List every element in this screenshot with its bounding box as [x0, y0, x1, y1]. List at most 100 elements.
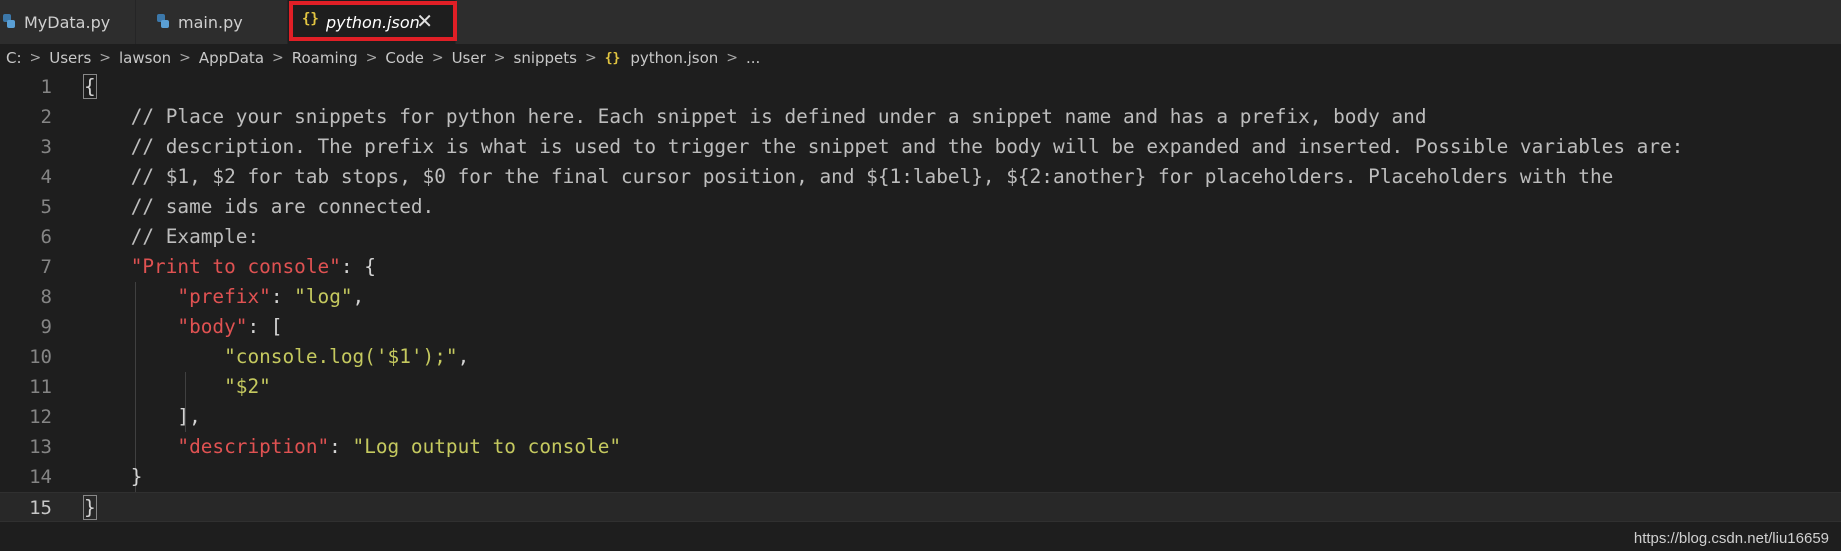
code-token: , [352, 285, 365, 308]
code-token: "$2" [224, 375, 271, 398]
code-token: // Example: [84, 225, 260, 248]
chevron-right-icon: > [584, 50, 597, 66]
code-token: , [457, 345, 470, 368]
code-line[interactable]: 15} [0, 492, 1841, 522]
code-token: "console.log('$1');" [224, 345, 458, 368]
code-token: : { [340, 255, 376, 278]
code-text: "Print to console": { [84, 252, 376, 282]
code-token: "Print to console" [130, 255, 341, 278]
code-token: // same ids are connected. [84, 195, 435, 218]
code-text: // description. The prefix is what is us… [84, 132, 1684, 162]
chevron-right-icon: > [493, 50, 506, 66]
chevron-right-icon: > [272, 50, 284, 66]
line-number: 12 [29, 406, 52, 428]
line-number: 8 [40, 286, 52, 308]
code-text: "console.log('$1');", [84, 342, 469, 372]
code-text: } [83, 493, 97, 523]
code-line[interactable]: 1{ [0, 72, 1841, 102]
breadcrumb-item-lawson[interactable]: lawson [119, 49, 171, 67]
code-text: // Place your snippets for python here. … [84, 102, 1427, 132]
code-text: // same ids are connected. [84, 192, 435, 222]
code-token: // $1, $2 for tab stops, $0 for the fina… [84, 165, 1614, 188]
code-text: ], [84, 402, 201, 432]
tab-python-json[interactable]: {} python.json ✕ [288, 0, 456, 44]
code-text: // $1, $2 for tab stops, $0 for the fina… [84, 162, 1614, 192]
code-token: // description. The prefix is what is us… [84, 135, 1684, 158]
code-token: : [329, 435, 353, 458]
line-number: 15 [29, 497, 52, 519]
line-number: 11 [29, 376, 52, 398]
code-line[interactable]: 13 "description": "Log output to console… [0, 432, 1841, 462]
python-icon [157, 14, 169, 28]
code-token: { [83, 74, 97, 99]
python-icon [3, 14, 15, 28]
chevron-right-icon: > [29, 50, 42, 66]
code-token: : [ [247, 315, 283, 338]
chevron-right-icon: > [365, 50, 378, 66]
code-line[interactable]: 9 "body": [ [0, 312, 1841, 342]
breadcrumb-item-user[interactable]: User [452, 49, 486, 67]
chevron-right-icon: > [726, 50, 738, 66]
breadcrumb-item-drive[interactable]: C: [6, 49, 22, 67]
code-line[interactable]: 12 ], [0, 402, 1841, 432]
code-line[interactable]: 6 // Example: [0, 222, 1841, 252]
chevron-right-icon: > [431, 50, 444, 66]
code-line[interactable]: 5 // same ids are connected. [0, 192, 1841, 222]
code-text: "prefix": "log", [84, 282, 364, 312]
tab-mydata-py[interactable]: MyData.py [0, 0, 136, 44]
tab-label: main.py [178, 12, 243, 32]
code-token: // Place your snippets for python here. … [84, 105, 1427, 128]
breadcrumb-item-users[interactable]: Users [49, 49, 91, 67]
code-token: "description" [177, 435, 330, 458]
code-token: "log" [294, 285, 353, 308]
code-text: // Example: [84, 222, 259, 252]
code-line[interactable]: 2 // Place your snippets for python here… [0, 102, 1841, 132]
line-number: 10 [29, 346, 52, 368]
code-text: "$2" [84, 372, 271, 402]
code-token: } [83, 495, 97, 520]
tab-main-py[interactable]: main.py [136, 0, 288, 44]
tab-label: python.json [326, 12, 420, 32]
code-line[interactable]: 8 "prefix": "log", [0, 282, 1841, 312]
breadcrumb: C: > Users > lawson > AppData > Roaming … [0, 44, 1841, 72]
code-text: "body": [ [84, 312, 282, 342]
code-line[interactable]: 7 "Print to console": { [0, 252, 1841, 282]
close-icon[interactable]: ✕ [416, 9, 433, 33]
code-line[interactable]: 4 // $1, $2 for tab stops, $0 for the fi… [0, 162, 1841, 192]
code-token: "body" [177, 315, 248, 338]
breadcrumb-item-code[interactable]: Code [385, 49, 423, 67]
line-number: 2 [40, 106, 52, 128]
breadcrumb-item-appdata[interactable]: AppData [199, 49, 264, 67]
code-line[interactable]: 3 // description. The prefix is what is … [0, 132, 1841, 162]
json-braces-icon: {} [302, 11, 319, 27]
code-line[interactable]: 14 } [0, 462, 1841, 492]
line-number: 9 [40, 316, 52, 338]
line-number: 14 [29, 466, 52, 488]
line-number: 6 [40, 226, 52, 248]
chevron-right-icon: > [99, 50, 112, 66]
watermark: https://blog.csdn.net/liu16659 [1633, 530, 1829, 547]
code-line[interactable]: 10 "console.log('$1');", [0, 342, 1841, 372]
breadcrumb-item-symbols[interactable]: ... [746, 49, 760, 67]
breadcrumb-item-snippets[interactable]: snippets [514, 49, 577, 67]
line-number: 13 [29, 436, 52, 458]
code-line[interactable]: 11 "$2" [0, 372, 1841, 402]
editor-tab-bar: MyData.py main.py {} python.json ✕ [0, 0, 1841, 44]
code-text: { [83, 72, 97, 102]
breadcrumb-item-file[interactable]: python.json [630, 49, 718, 67]
code-text: "description": "Log output to console" [84, 432, 621, 462]
code-token: ], [84, 405, 201, 428]
line-number: 1 [40, 76, 52, 98]
code-editor[interactable]: 1{2 // Place your snippets for python he… [0, 72, 1841, 531]
breadcrumb-item-roaming[interactable]: Roaming [292, 49, 358, 67]
code-token: "prefix" [177, 285, 271, 308]
line-number: 7 [40, 256, 52, 278]
code-token: : [270, 285, 295, 308]
chevron-right-icon: > [179, 50, 191, 66]
code-text: } [84, 462, 143, 492]
json-braces-icon: {} [604, 50, 621, 66]
